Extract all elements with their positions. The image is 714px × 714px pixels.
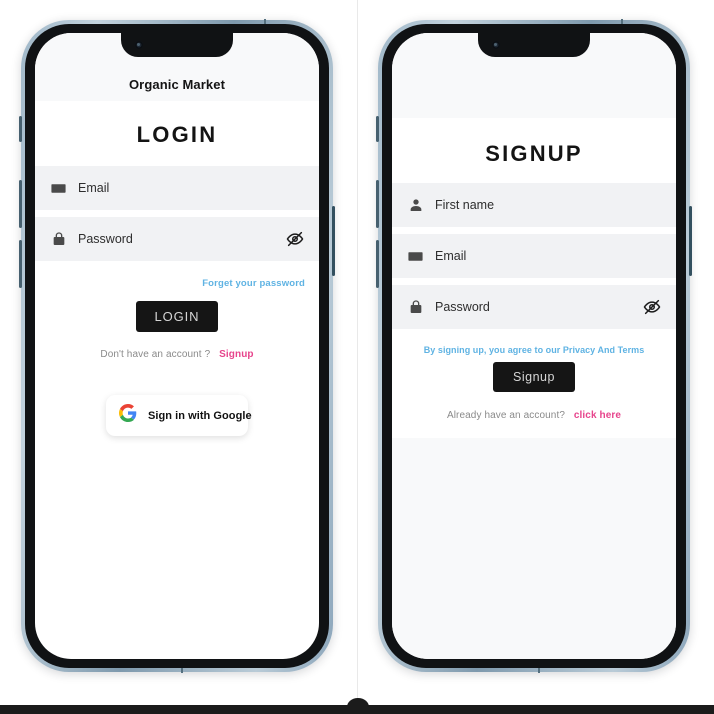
login-screen: Organic Market LOGIN Email Password Forg…	[35, 33, 319, 659]
eye-off-icon[interactable]	[286, 230, 304, 248]
power-button[interactable]	[332, 206, 335, 276]
login-signup-prompt: Don't have an account ? Signup	[35, 349, 319, 360]
signup-email-placeholder: Email	[435, 249, 467, 263]
panel-divider	[357, 0, 358, 700]
lock-icon	[407, 299, 424, 316]
mockup-canvas: Organic Market LOGIN Email Password Forg…	[0, 0, 714, 714]
volume-up-button[interactable]	[19, 180, 22, 228]
login-email-field[interactable]: Email	[35, 166, 319, 210]
login-password-field[interactable]: Password	[35, 217, 319, 261]
signup-lower-band	[392, 438, 676, 659]
signup-login-prompt: Already have an account? click here	[392, 410, 676, 421]
terms-link[interactable]: By signing up, you agree to our Privacy …	[392, 336, 676, 355]
phone-bezel-login: Organic Market LOGIN Email Password Forg…	[25, 24, 329, 668]
front-camera-icon	[135, 41, 143, 49]
silent-switch[interactable]	[376, 116, 379, 142]
device-notch	[121, 33, 233, 57]
signup-link[interactable]: Signup	[219, 349, 253, 360]
volume-up-button[interactable]	[376, 180, 379, 228]
signup-page-title: SIGNUP	[485, 141, 583, 166]
silent-switch[interactable]	[19, 116, 22, 142]
signup-screen: SIGNUP First name Email Password By sign…	[392, 33, 676, 659]
signup-password-placeholder: Password	[435, 300, 490, 314]
signup-submit-button[interactable]: Signup	[493, 362, 575, 392]
eye-off-icon[interactable]	[643, 298, 661, 316]
google-signin-button[interactable]: Sign in with Google	[106, 395, 252, 436]
signup-firstname-placeholder: First name	[435, 198, 495, 212]
google-g-icon	[119, 404, 137, 427]
signup-login-prompt-text: Already have an account?	[446, 410, 565, 421]
signup-password-field[interactable]: Password	[392, 285, 676, 329]
forgot-password-link[interactable]: Forget your password	[35, 268, 319, 289]
login-email-placeholder: Email	[78, 181, 110, 195]
google-signin-label: Sign in with Google	[148, 409, 252, 422]
lock-icon	[50, 231, 67, 248]
volume-down-button[interactable]	[376, 240, 379, 288]
power-button[interactable]	[689, 206, 692, 276]
antenna-line-bottom	[538, 668, 540, 673]
phone-device-login: Organic Market LOGIN Email Password Forg…	[19, 19, 335, 673]
front-camera-icon	[492, 41, 500, 49]
click-here-link[interactable]: click here	[574, 410, 621, 421]
signup-firstname-field[interactable]: First name	[392, 183, 676, 227]
login-submit-button[interactable]: LOGIN	[135, 301, 219, 332]
login-signup-prompt-text: Don't have an account ?	[100, 349, 211, 360]
login-password-placeholder: Password	[78, 232, 133, 246]
device-notch	[478, 33, 590, 57]
canvas-bottom-bar	[0, 698, 714, 714]
envelope-icon	[407, 248, 424, 265]
signup-email-field[interactable]: Email	[392, 234, 676, 278]
antenna-line-bottom	[181, 668, 183, 673]
login-page-title: LOGIN	[136, 122, 218, 147]
envelope-icon	[50, 180, 67, 197]
volume-down-button[interactable]	[19, 240, 22, 288]
person-icon	[407, 197, 424, 214]
phone-device-signup: SIGNUP First name Email Password By sign…	[376, 19, 692, 673]
phone-bezel-signup: SIGNUP First name Email Password By sign…	[382, 24, 686, 668]
